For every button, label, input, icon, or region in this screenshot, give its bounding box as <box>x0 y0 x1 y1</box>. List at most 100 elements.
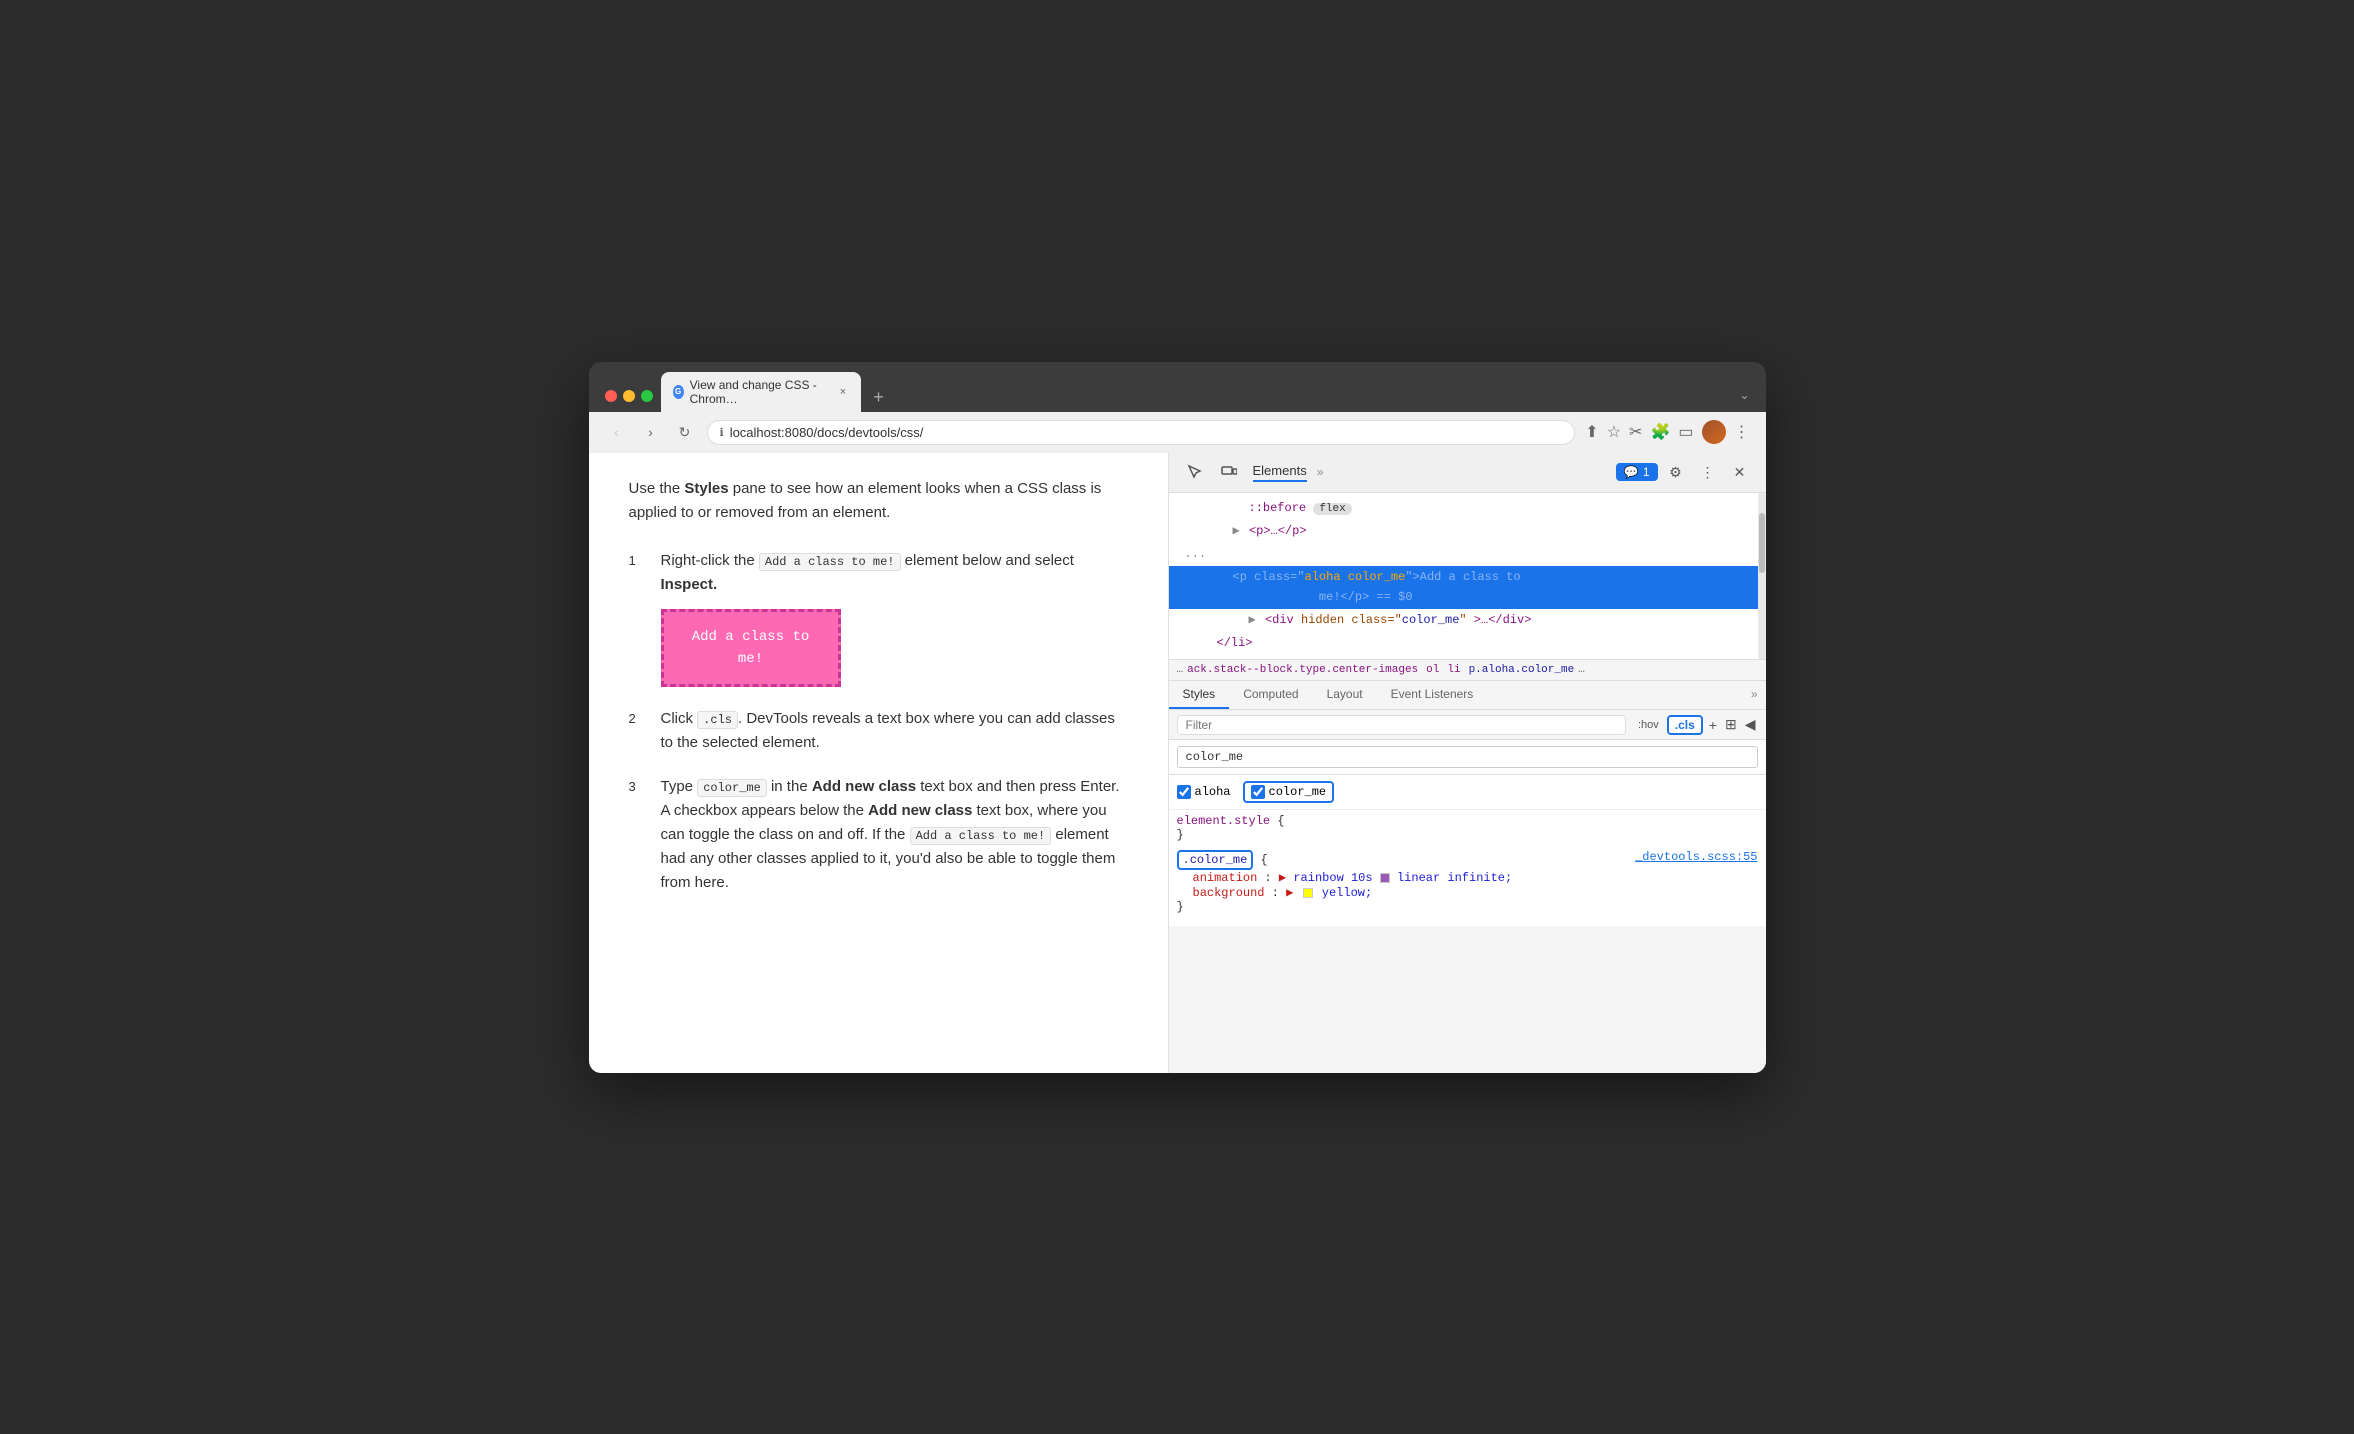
add-class-demo-button[interactable]: Add a class to me! <box>661 609 841 688</box>
close-traffic-light[interactable] <box>605 390 617 402</box>
tab-close-button[interactable]: × <box>837 385 848 399</box>
background-color-swatch[interactable] <box>1303 888 1313 898</box>
console-badge-button[interactable]: 💬 1 <box>1616 463 1658 481</box>
step-list: 1 Right-click the Add a class to me! ele… <box>629 549 1128 896</box>
profile-avatar[interactable] <box>1702 420 1726 444</box>
expand-bg-triangle[interactable]: ▶ <box>1286 886 1293 900</box>
side-panel-icon[interactable]: ▭ <box>1678 422 1693 442</box>
code-add-class-2: Add a class to me! <box>910 827 1052 845</box>
bc-item-ol[interactable]: ol <box>1426 664 1439 676</box>
elements-panel: ::before flex ▶ <p>…</p> ... <p class="a… <box>1169 493 1758 660</box>
colon-2: : <box>1272 886 1286 900</box>
dom-scrollbar-thumb <box>1759 513 1765 573</box>
step-number-2: 2 <box>629 707 645 755</box>
bc-dots: … <box>1177 664 1184 676</box>
elements-tab[interactable]: Elements <box>1253 463 1307 482</box>
animation-value-2: linear infinite; <box>1397 871 1512 885</box>
cls-button[interactable]: .cls <box>1667 715 1703 735</box>
tab-styles[interactable]: Styles <box>1169 681 1230 709</box>
bookmark-icon[interactable]: ☆ <box>1607 422 1621 442</box>
reload-button[interactable]: ↻ <box>673 420 697 444</box>
color-me-close-brace: } <box>1177 900 1184 914</box>
back-button[interactable]: ‹ <box>605 420 629 444</box>
bc-item-li[interactable]: li <box>1447 664 1460 676</box>
add-property-icon[interactable]: + <box>1707 715 1719 735</box>
dollar-zero: == $0 <box>1377 590 1413 604</box>
step-item-1: 1 Right-click the Add a class to me! ele… <box>629 549 1128 688</box>
bc-item-stack[interactable]: ack.stack--block.type.center-images <box>1187 664 1418 676</box>
device-toolbar-icon[interactable] <box>1215 458 1243 486</box>
devtools-header: Elements » 💬 1 ⚙ ⋮ ✕ <box>1169 453 1766 493</box>
animation-name: animation <box>1193 871 1258 885</box>
more-options-icon[interactable]: ⋮ <box>1694 458 1722 486</box>
toggle-light-dark-icon[interactable]: ⊞ <box>1723 714 1739 735</box>
checkbox-aloha: aloha <box>1177 785 1231 799</box>
checkbox-color-me-label: color_me <box>1269 785 1327 799</box>
lock-icon: ℹ <box>720 426 724 439</box>
bc-item-p[interactable]: p.aloha.color_me <box>1469 664 1575 676</box>
scissors-icon[interactable]: ✂ <box>1629 422 1642 442</box>
tutorial-panel: Use the Styles pane to see how an elemen… <box>589 453 1169 1073</box>
maximize-traffic-light[interactable] <box>641 390 653 402</box>
tab-bar: G View and change CSS - Chrom… × + <box>661 372 1732 412</box>
hov-button[interactable]: :hov <box>1634 717 1663 733</box>
dom-div-hidden[interactable]: ▶ <div hidden class="color_me" >…</div> <box>1169 609 1758 632</box>
step-number-3: 3 <box>629 775 645 895</box>
tab-layout[interactable]: Layout <box>1313 681 1377 709</box>
dom-p-collapsed[interactable]: ▶ <p>…</p> <box>1169 520 1758 543</box>
minimize-traffic-light[interactable] <box>623 390 635 402</box>
expand-arrow[interactable]: ▶ <box>1233 524 1240 538</box>
bc-more[interactable]: … <box>1578 664 1585 676</box>
address-actions: ⬆ ☆ ✂ 🧩 ▭ ⋮ <box>1585 420 1749 444</box>
url-text: localhost:8080/docs/devtools/css/ <box>730 425 924 440</box>
color-me-selector[interactable]: .color_me <box>1177 850 1254 870</box>
step-content-2: Click .cls. DevTools reveals a text box … <box>661 707 1128 755</box>
code-color-me: color_me <box>697 779 767 797</box>
forward-button[interactable]: › <box>639 420 663 444</box>
flex-badge: flex <box>1313 503 1351 515</box>
animation-value: rainbow 10s <box>1293 871 1379 885</box>
div-expand-arrow[interactable]: ▶ <box>1249 613 1256 627</box>
inspect-element-icon[interactable] <box>1181 458 1209 486</box>
color-me-source[interactable]: _devtools.scss:55 <box>1635 850 1757 864</box>
settings-icon[interactable]: ⚙ <box>1662 458 1690 486</box>
close-devtools-button[interactable]: ✕ <box>1726 458 1754 486</box>
checkbox-aloha-input[interactable] <box>1177 785 1191 799</box>
dom-p-selected[interactable]: <p class="aloha color_me">Add a class to… <box>1169 566 1758 608</box>
expand-animation-triangle[interactable]: ▶ <box>1279 871 1286 885</box>
dom-before-pseudo[interactable]: ::before flex <box>1169 497 1758 521</box>
p-tag-open: <p class=" <box>1233 570 1305 584</box>
main-content: Use the Styles pane to see how an elemen… <box>589 453 1766 1073</box>
new-tab-button[interactable]: + <box>865 384 893 412</box>
more-menu-icon[interactable]: ⋮ <box>1734 422 1750 442</box>
share-icon[interactable]: ⬆ <box>1585 422 1598 442</box>
styles-tabs-more[interactable]: » <box>1743 681 1766 709</box>
background-value: yellow; <box>1322 886 1372 900</box>
tutorial-intro: Use the Styles pane to see how an elemen… <box>629 477 1128 525</box>
background-prop: background : ▶ yellow; <box>1177 886 1373 900</box>
styles-filter-bar: :hov .cls + ⊞ ◀ <box>1169 710 1766 740</box>
dom-scrollbar[interactable] <box>1758 493 1766 660</box>
extensions-icon[interactable]: 🧩 <box>1650 422 1670 442</box>
devtools-tabs-more[interactable]: » <box>1317 465 1324 479</box>
console-icon: 💬 <box>1624 465 1639 479</box>
tab-menu-arrow[interactable]: ⌄ <box>1739 388 1749 412</box>
step-content-1: Right-click the Add a class to me! eleme… <box>661 549 1128 688</box>
add-new-class-input[interactable] <box>1177 746 1758 768</box>
badge-count: 1 <box>1643 465 1650 479</box>
checkbox-color-me-input[interactable] <box>1251 785 1265 799</box>
title-bar: G View and change CSS - Chrom… × + ⌄ <box>589 362 1766 412</box>
animation-color-swatch[interactable] <box>1380 873 1390 883</box>
colon-1: : <box>1265 871 1279 885</box>
dom-panel-main: ::before flex ▶ <p>…</p> ... <p class="a… <box>1169 493 1758 660</box>
tab-favicon: G <box>673 385 684 399</box>
active-tab[interactable]: G View and change CSS - Chrom… × <box>661 372 861 412</box>
url-bar[interactable]: ℹ localhost:8080/docs/devtools/css/ <box>707 420 1576 445</box>
tab-computed[interactable]: Computed <box>1229 681 1312 709</box>
animation-prop: animation : ▶ rainbow 10s linear infinit… <box>1177 871 1513 885</box>
color-scheme-icon[interactable]: ◀ <box>1743 714 1758 735</box>
devtools-panel: Elements » 💬 1 ⚙ ⋮ ✕ <box>1169 453 1766 1073</box>
tab-event-listeners[interactable]: Event Listeners <box>1377 681 1488 709</box>
styles-bold: Styles <box>684 480 728 497</box>
filter-input[interactable] <box>1177 715 1626 735</box>
